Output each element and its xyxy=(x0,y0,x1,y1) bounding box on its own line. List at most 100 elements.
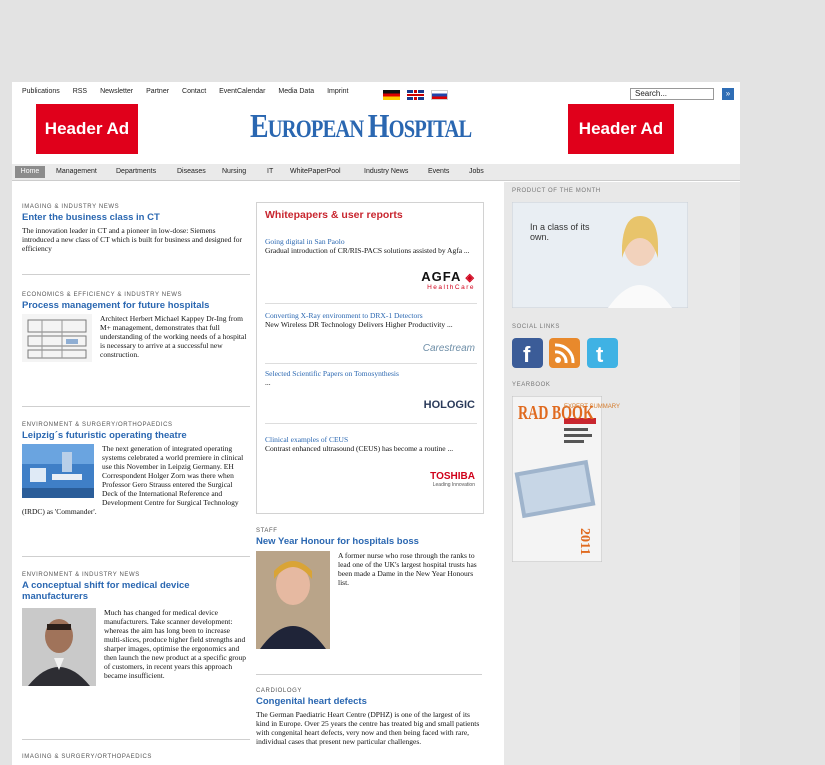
whitepaper-desc: Gradual introduction of CR/RIS-PACS solu… xyxy=(265,246,470,255)
article-congenital-heart: CARDIOLOGY Congenital heart defects The … xyxy=(256,688,484,746)
article-category: CARDIOLOGY xyxy=(256,688,303,694)
whitepapers-box: Whitepapers & user reports Going digital… xyxy=(256,202,484,514)
article-teaser-text: Architect Herbert Michael Kappey Dr-Ing … xyxy=(100,314,247,359)
link-eventcalendar[interactable]: EventCalendar xyxy=(219,88,265,95)
nav-departments[interactable]: Departments xyxy=(116,168,156,175)
article-category: IMAGING & SURGERY/ORTHOPAEDICS xyxy=(22,754,153,760)
svg-text:t: t xyxy=(596,342,604,367)
uk-flag-icon[interactable] xyxy=(406,90,424,100)
nav-diseases[interactable]: Diseases xyxy=(177,168,206,175)
carestream-logo[interactable]: Carestream xyxy=(423,343,475,354)
divider xyxy=(22,406,250,407)
yearbook-label: YEARBOOK xyxy=(512,382,551,388)
whitepaper-title[interactable]: Clinical examples of CEUS xyxy=(265,435,477,444)
article-title[interactable]: New Year Honour for hospitals boss xyxy=(256,536,484,547)
article-ct-business-class: IMAGING & INDUSTRY NEWS Enter the busine… xyxy=(22,204,248,253)
nav-home[interactable]: Home xyxy=(15,166,45,178)
product-of-month-label: PRODUCT OF THE MONTH xyxy=(512,188,601,194)
whitepaper-item: Selected Scientific Papers on Tomosynthe… xyxy=(265,369,477,387)
logo-letter-e: E xyxy=(250,108,269,145)
header-ad-right[interactable]: Header Ad xyxy=(568,104,674,154)
portrait-thumbnail[interactable] xyxy=(22,608,96,686)
link-media-data[interactable]: Media Data xyxy=(278,88,314,95)
page: Publications RSS Newsletter Partner Cont… xyxy=(12,82,740,765)
link-rss[interactable]: RSS xyxy=(73,88,87,95)
search-input[interactable]: Search... xyxy=(630,88,714,100)
divider xyxy=(265,423,477,424)
nav-it[interactable]: IT xyxy=(267,168,273,175)
article-title[interactable]: Enter the business class in CT xyxy=(22,212,248,223)
article-process-management: ECONOMICS & EFFICIENCY & INDUSTRY NEWS P… xyxy=(22,292,248,364)
whitepaper-title[interactable]: Going digital in San Paolo xyxy=(265,237,477,246)
divider xyxy=(256,674,482,675)
svg-text:f: f xyxy=(523,342,531,367)
toshiba-logo-text: TOSHIBA xyxy=(430,471,475,482)
link-imprint[interactable]: Imprint xyxy=(327,88,348,95)
article-title[interactable]: Process management for future hospitals xyxy=(22,300,248,311)
operating-theatre-thumbnail[interactable] xyxy=(22,444,94,498)
link-publications[interactable]: Publications xyxy=(22,88,60,95)
german-flag-icon[interactable] xyxy=(383,90,400,100)
link-newsletter[interactable]: Newsletter xyxy=(100,88,133,95)
agfa-logo-text: AGFA xyxy=(421,269,461,284)
nav-management[interactable]: Management xyxy=(56,168,97,175)
article-teaser: Architect Herbert Michael Kappey Dr-Ing … xyxy=(22,314,248,362)
yearbook-subtitle: EXPERT SUMMARY xyxy=(564,404,621,410)
article-title[interactable]: A conceptual shift for medical device ma… xyxy=(22,580,248,602)
article-teaser: Much has changed for medical device manu… xyxy=(22,608,248,686)
article-leipzig-theatre: ENVIRONMENT & SURGERY/ORTHOPAEDICS Leipz… xyxy=(22,422,248,516)
twitter-icon[interactable]: t xyxy=(586,338,618,368)
portrait-thumbnail[interactable] xyxy=(256,551,330,649)
agfa-logo[interactable]: AGFA ◈ HealthCare xyxy=(421,269,475,291)
link-contact[interactable]: Contact xyxy=(182,88,206,95)
article-teaser-text: A former nurse who rose through the rank… xyxy=(338,551,477,587)
article-title[interactable]: Congenital heart defects xyxy=(256,696,484,707)
article-category: IMAGING & INDUSTRY NEWS xyxy=(22,204,120,210)
logo-letter-h: H xyxy=(367,108,390,145)
site-logo[interactable]: EUROPEAN HOSPITAL xyxy=(250,108,472,146)
article-category: ENVIRONMENT & SURGERY/ORTHOPAEDICS xyxy=(22,422,173,428)
search-button[interactable]: » xyxy=(722,88,734,100)
whitepaper-title[interactable]: Converting X-Ray environment to DRX-1 De… xyxy=(265,311,477,320)
article-conceptual-shift: ENVIRONMENT & INDUSTRY NEWS A conceptual… xyxy=(22,572,248,688)
main-nav: Home Management Departments Diseases Nur… xyxy=(12,164,740,181)
divider xyxy=(265,363,477,364)
nav-nursing[interactable]: Nursing xyxy=(222,168,246,175)
nav-whitepaperpool[interactable]: WhitePaperPool xyxy=(290,168,341,175)
article-title[interactable]: Leipzig´s futuristic operating theatre xyxy=(22,430,248,441)
whitepapers-heading[interactable]: Whitepapers & user reports xyxy=(265,209,403,221)
agfa-logo-sub: HealthCare xyxy=(427,284,475,291)
toshiba-logo[interactable]: TOSHIBA Leading Innovation xyxy=(430,471,475,488)
social-icons: f t xyxy=(512,338,618,373)
link-partner[interactable]: Partner xyxy=(146,88,169,95)
hologic-logo[interactable]: HOLOGIC xyxy=(424,399,475,411)
social-links-label: SOCIAL LINKS xyxy=(512,324,560,330)
whitepaper-desc: ... xyxy=(265,378,271,387)
russian-flag-icon[interactable] xyxy=(430,90,448,100)
article-teaser: The innovation leader in CT and a pionee… xyxy=(22,226,243,253)
nav-industry-news[interactable]: Industry News xyxy=(364,168,408,175)
nav-jobs[interactable]: Jobs xyxy=(469,168,484,175)
divider xyxy=(265,303,477,304)
floor-plan-thumbnail[interactable] xyxy=(22,314,92,362)
header-ad-left[interactable]: Header Ad xyxy=(36,104,138,154)
logo-word-ospital: OSPITAL xyxy=(388,116,473,143)
product-of-month-ad[interactable] xyxy=(512,202,688,308)
whitepaper-item: Converting X-Ray environment to DRX-1 De… xyxy=(265,311,477,329)
article-new-year-honour: STAFF New Year Honour for hospitals boss… xyxy=(256,528,484,651)
article-teaser: A former nurse who rose through the rank… xyxy=(256,551,484,649)
article-imaging-surgery: IMAGING & SURGERY/ORTHOPAEDICS xyxy=(22,754,248,760)
divider xyxy=(22,739,250,740)
facebook-icon[interactable]: f xyxy=(512,338,543,368)
nav-events[interactable]: Events xyxy=(428,168,449,175)
whitepaper-desc: New Wireless DR Technology Delivers High… xyxy=(265,320,453,329)
whitepaper-title[interactable]: Selected Scientific Papers on Tomosynthe… xyxy=(265,369,477,378)
divider xyxy=(22,274,250,275)
article-category: STAFF xyxy=(256,528,278,534)
yearbook-year: 2011 xyxy=(577,528,592,556)
utility-links: Publications RSS Newsletter Partner Cont… xyxy=(22,88,360,95)
rss-icon[interactable] xyxy=(549,338,581,368)
whitepaper-desc: Contrast enhanced ultrasound (CEUS) has … xyxy=(265,444,454,453)
language-flags xyxy=(383,90,453,100)
article-teaser-text: Much has changed for medical device manu… xyxy=(104,608,247,680)
